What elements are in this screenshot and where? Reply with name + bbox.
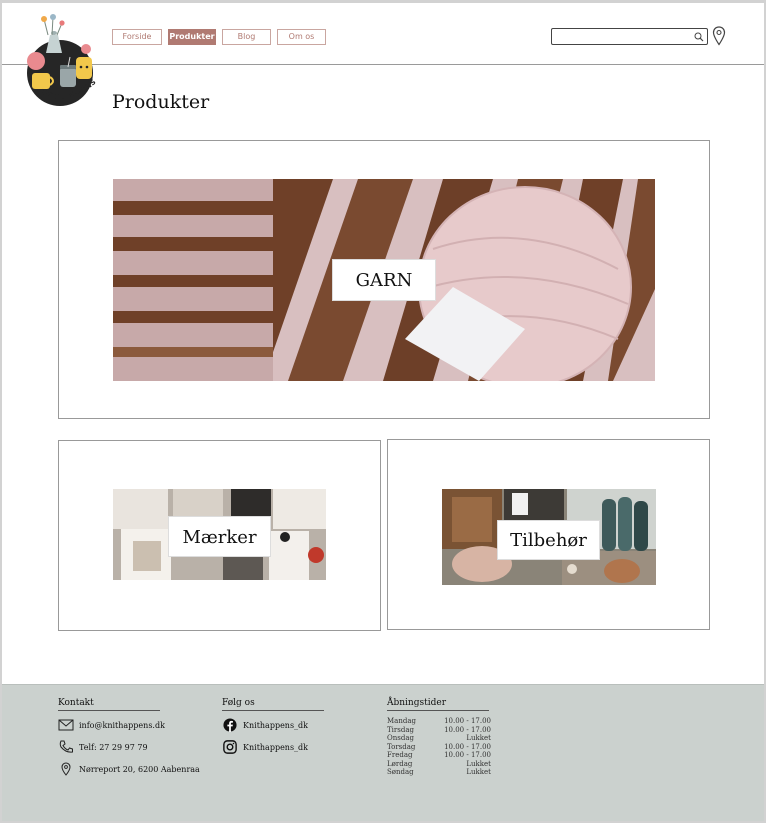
hours-row: Fredag 10.00 - 17.00 — [387, 751, 491, 760]
map-pin-icon — [61, 762, 71, 776]
social-facebook[interactable]: Knithappens_dk — [222, 717, 324, 733]
footer-contact: Kontakt info@knithappens.dk Telf: 27 29 … — [58, 698, 200, 777]
site-footer: Kontakt info@knithappens.dk Telf: 27 29 … — [2, 684, 764, 821]
hours-time: 10.00 - 17.00 — [444, 725, 491, 734]
map-pin-icon[interactable] — [712, 26, 726, 46]
hours-time: 10.00 - 17.00 — [444, 717, 491, 725]
contact-email-text[interactable]: info@knithappens.dk — [79, 721, 165, 730]
nav-blog[interactable]: Blog — [222, 29, 271, 45]
hours-day: Mandag — [387, 717, 416, 725]
nav-forside[interactable]: Forside — [112, 29, 162, 45]
category-card-maerker: Mærker — [58, 440, 381, 631]
instagram-handle[interactable]: Knithappens_dk — [243, 743, 308, 752]
hours-table: Mandag 10.00 - 17.00 Tirsdag 10.00 - 17.00… — [387, 717, 491, 777]
hours-row: Søndag Lukket — [387, 768, 491, 777]
hours-row: Mandag 10.00 - 17.00 — [387, 717, 491, 726]
hours-day: Søndag — [387, 768, 414, 776]
page: Forside Produkter Blog Om os KNIT HAPPEN… — [2, 3, 764, 821]
search-icon[interactable] — [694, 32, 704, 42]
main-nav: Forside Produkter Blog Om os — [112, 29, 326, 45]
hours-day: Tirsdag — [387, 725, 414, 734]
tilbehor-label[interactable]: Tilbehør — [497, 520, 600, 560]
phone-icon — [59, 740, 73, 753]
nav-produkter[interactable]: Produkter — [168, 29, 216, 45]
maerker-tile[interactable]: Mærker — [113, 489, 326, 580]
category-card-garn: GARN — [58, 140, 710, 419]
hours-row: Lørdag Lukket — [387, 760, 491, 769]
contact-phone[interactable]: Telf: 27 29 97 79 — [58, 739, 200, 755]
social-instagram[interactable]: Knithappens_dk — [222, 739, 324, 755]
facebook-icon[interactable] — [222, 718, 238, 732]
hours-row: Torsdag 10.00 - 17.00 — [387, 743, 491, 752]
hours-day: Onsdag — [387, 734, 414, 742]
hours-day: Fredag — [387, 751, 413, 759]
knit-happens-logo[interactable]: KNIT HAPPENS — [24, 13, 104, 108]
search-field[interactable] — [551, 28, 708, 45]
garn-tile[interactable]: GARN — [113, 179, 655, 381]
hours-time: 10.00 - 17.00 — [444, 742, 491, 751]
hours-time: 10.00 - 17.00 — [444, 751, 491, 759]
hours-time: Lukket — [466, 759, 491, 768]
page-title: Produkter — [112, 91, 210, 113]
contact-phone-text: Telf: 27 29 97 79 — [79, 742, 148, 752]
hours-heading: Åbningstider — [387, 698, 489, 711]
mail-icon — [58, 719, 74, 731]
garn-label[interactable]: GARN — [332, 259, 436, 301]
contact-email[interactable]: info@knithappens.dk — [58, 717, 200, 733]
footer-hours: Åbningstider Mandag 10.00 - 17.00 Tirsdag… — [387, 698, 491, 777]
hours-row: Tirsdag 10.00 - 17.00 — [387, 726, 491, 735]
contact-address-text: Nørreport 20, 6200 Aabenraa — [79, 764, 200, 774]
hours-row: Onsdag Lukket — [387, 734, 491, 743]
social-heading: Følg os — [222, 698, 324, 711]
contact-heading: Kontakt — [58, 698, 160, 711]
footer-social: Følg os Knithappens_dk Knithappens_dk — [222, 698, 324, 755]
instagram-icon[interactable] — [222, 740, 238, 754]
hours-day: Lørdag — [387, 759, 413, 768]
hours-time: Lukket — [466, 734, 491, 742]
maerker-label[interactable]: Mærker — [168, 516, 271, 557]
site-header: Forside Produkter Blog Om os — [2, 3, 764, 65]
category-card-tilbehor: Tilbehør — [387, 439, 710, 630]
nav-om-os[interactable]: Om os — [277, 29, 326, 45]
tilbehor-tile[interactable]: Tilbehør — [442, 489, 656, 585]
facebook-handle[interactable]: Knithappens_dk — [243, 721, 308, 730]
contact-address: Nørreport 20, 6200 Aabenraa — [58, 761, 200, 777]
hours-time: Lukket — [466, 768, 491, 776]
hours-day: Torsdag — [387, 742, 416, 751]
